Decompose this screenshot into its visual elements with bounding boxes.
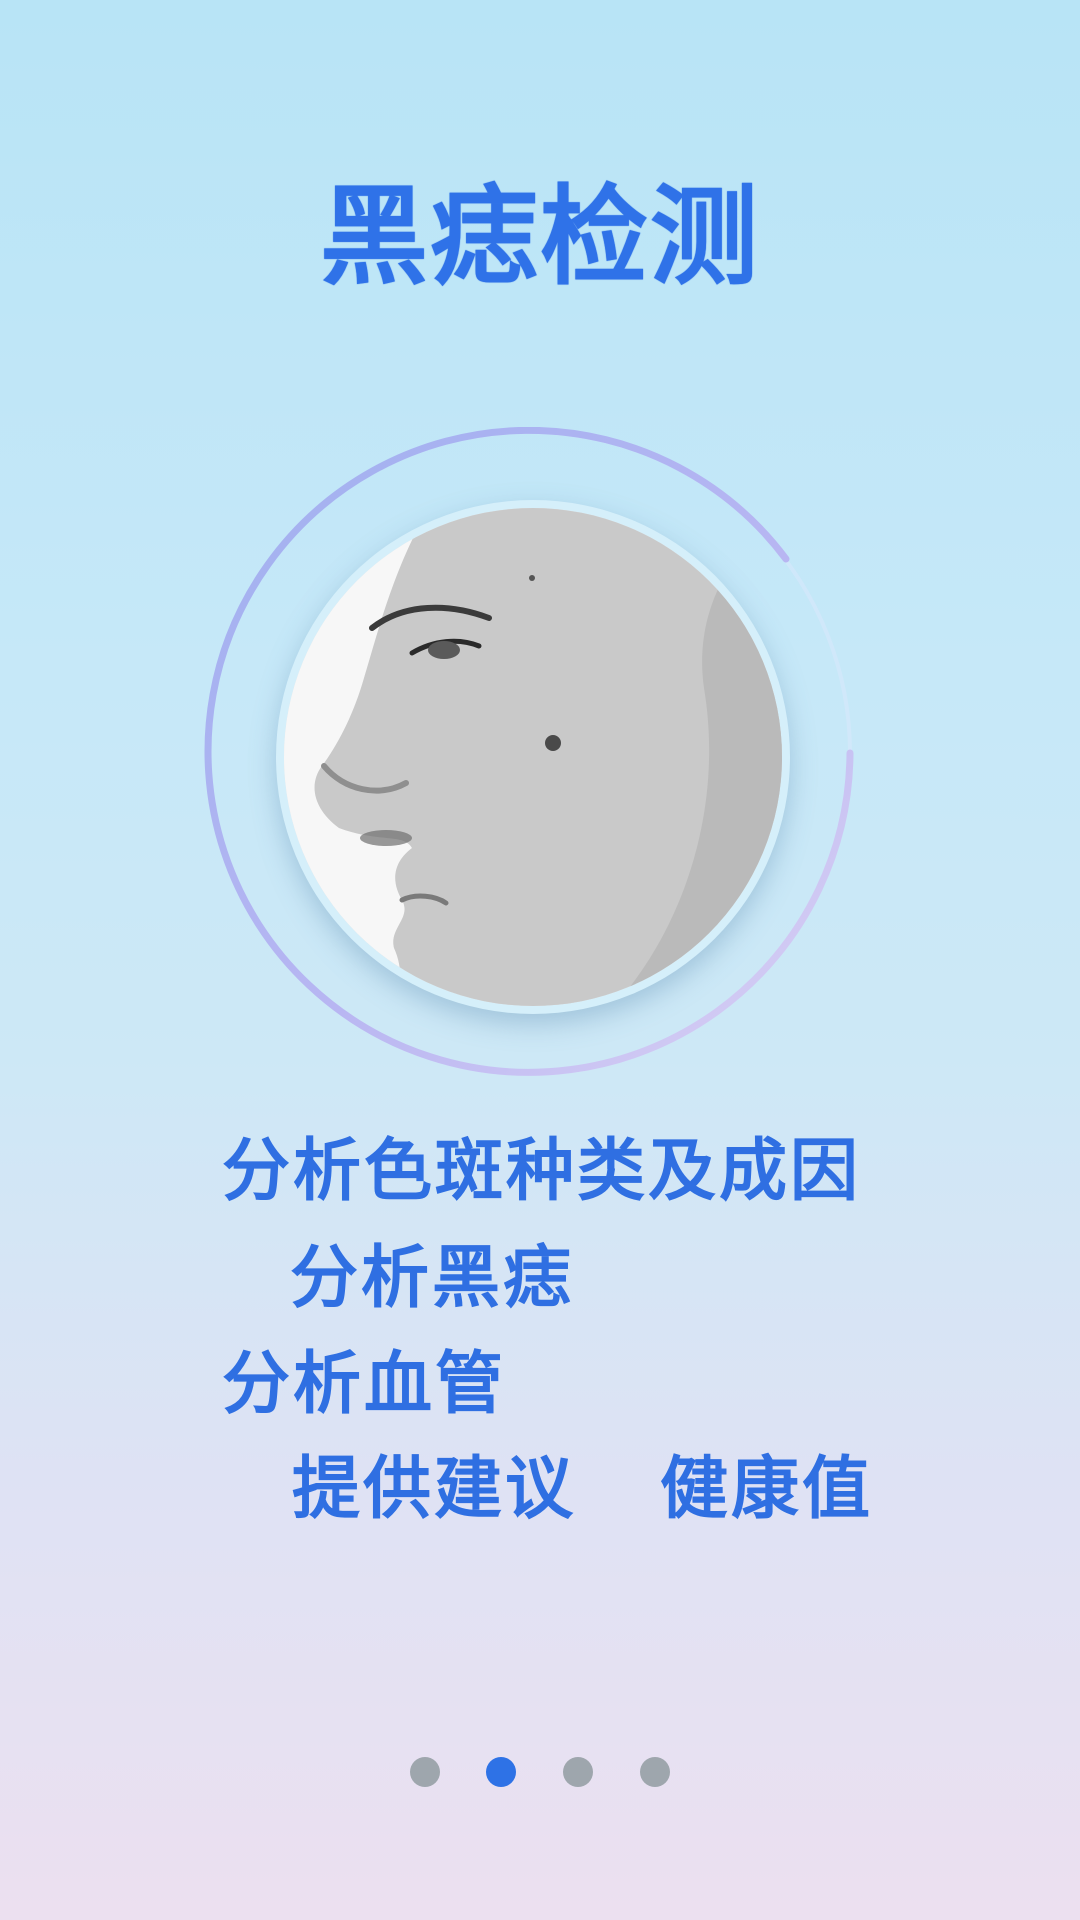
feature-health-value: 健康值 [660, 1450, 874, 1529]
page-dot-2-active[interactable] [486, 1757, 516, 1787]
feature-vessel-analysis: 分析血管 [222, 1345, 507, 1424]
face-profile-photo [284, 508, 782, 1006]
page-title: 黑痣检测 [319, 175, 760, 300]
feature-mole-analysis: 分析黑痣 [290, 1239, 575, 1318]
page-indicator [0, 1757, 1080, 1789]
page-dot-1[interactable] [410, 1757, 440, 1787]
feature-pigment-analysis: 分析色斑种类及成因 [222, 1132, 862, 1211]
face-photo-frame [276, 500, 790, 1014]
page-dot-3[interactable] [563, 1757, 593, 1787]
feature-suggestions: 提供建议 [292, 1450, 577, 1529]
page-dot-4[interactable] [640, 1757, 670, 1787]
